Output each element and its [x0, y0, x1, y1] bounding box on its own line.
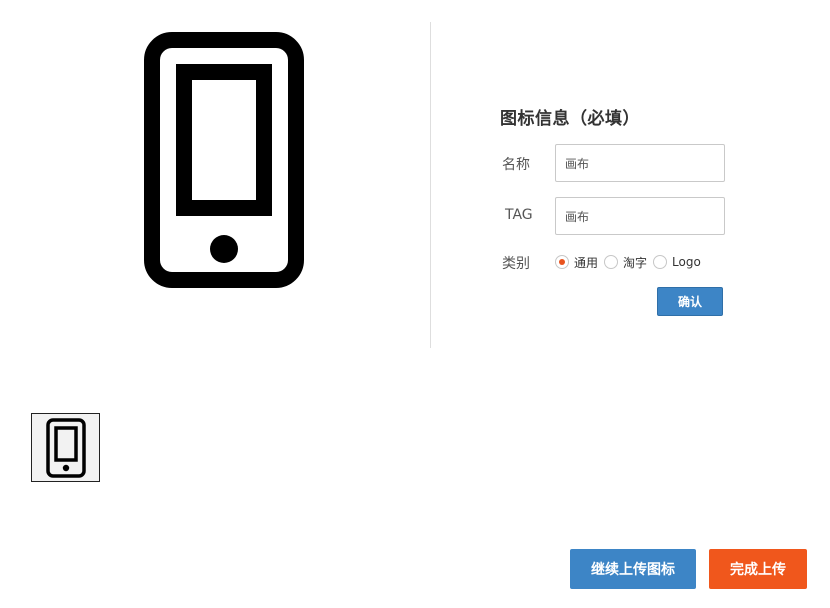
radio-unchecked-icon[interactable]	[604, 255, 619, 269]
mobile-phone-icon	[45, 417, 86, 478]
vertical-divider	[430, 22, 431, 348]
tag-input[interactable]	[555, 197, 725, 235]
form-title: 图标信息（必填）	[500, 109, 640, 129]
category-option-taozi[interactable]: 淘字	[604, 254, 647, 271]
upload-icon-page: 图标信息（必填） 名称 TAG 类别 通用 淘字 Logo 确认	[0, 0, 830, 608]
category-option-label: Logo	[672, 255, 701, 269]
name-label: 名称	[502, 157, 530, 173]
mobile-phone-icon-svg	[144, 32, 304, 288]
category-option-label: 淘字	[623, 255, 648, 270]
mobile-phone-icon	[140, 28, 310, 292]
confirm-button[interactable]: 确认	[657, 287, 723, 316]
radio-checked-icon[interactable]	[555, 255, 569, 269]
category-label: 类别	[502, 256, 530, 272]
finish-upload-button[interactable]: 完成上传	[709, 549, 807, 589]
category-option-logo[interactable]: Logo	[653, 255, 701, 269]
icon-thumbnail[interactable]	[31, 413, 100, 482]
tag-label: TAG	[505, 207, 533, 223]
category-option-label: 通用	[574, 255, 599, 270]
name-input[interactable]	[555, 144, 725, 182]
category-option-general[interactable]: 通用	[555, 254, 598, 271]
category-radio-group: 通用 淘字 Logo	[555, 253, 707, 271]
radio-unchecked-icon[interactable]	[653, 255, 668, 269]
continue-upload-button[interactable]: 继续上传图标	[570, 549, 696, 589]
